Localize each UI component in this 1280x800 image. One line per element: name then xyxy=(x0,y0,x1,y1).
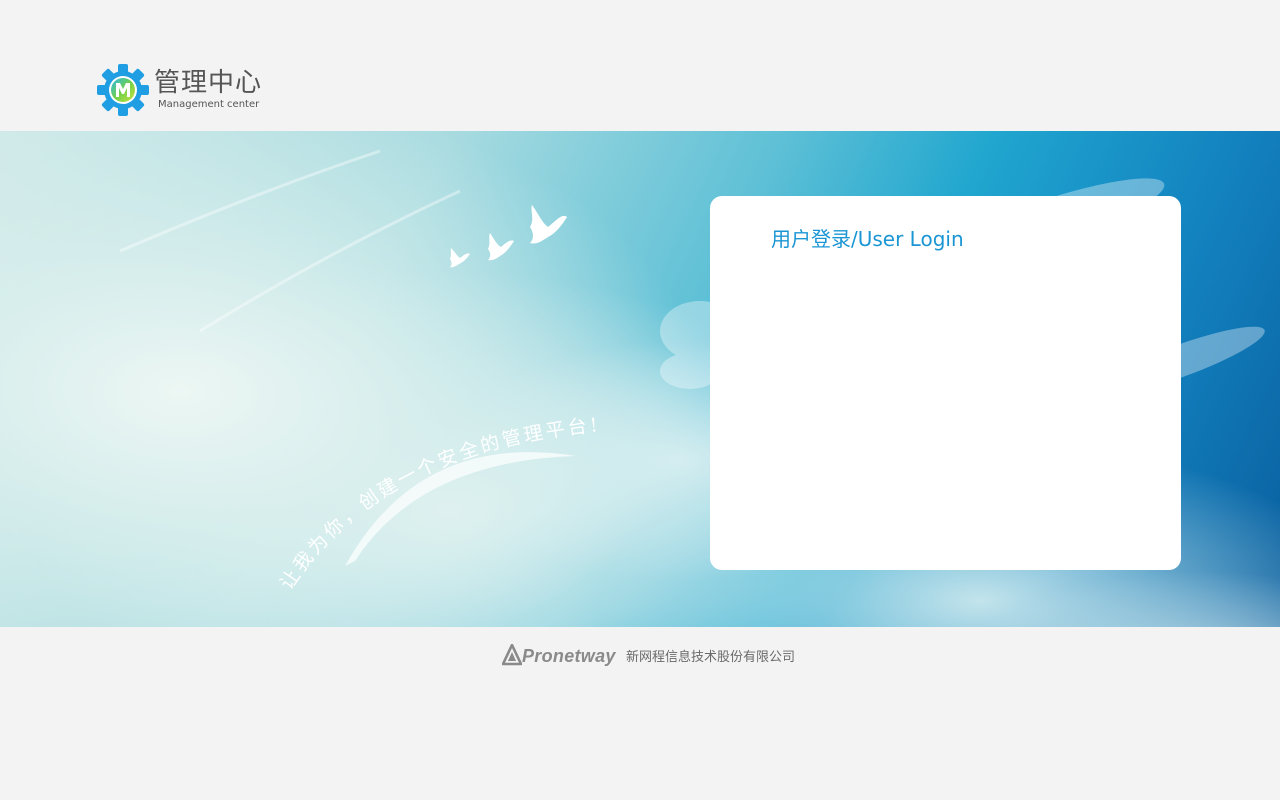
logo-title: 管理中心 xyxy=(154,68,263,98)
login-panel: 用户登录/User Login xyxy=(710,196,1181,570)
slogan-text-path: 让我为你，创建一个安全的管理平台!! xyxy=(270,401,599,594)
logo-subtitle: Management center xyxy=(158,99,260,110)
login-title: 用户登录/User Login xyxy=(771,227,964,251)
slogan-graphic: 让我为你，创建一个安全的管理平台!! xyxy=(270,401,602,594)
logo: 管理中心 Management center xyxy=(97,64,277,118)
header: 管理中心 Management center xyxy=(0,0,1280,131)
swoosh-icon xyxy=(345,452,576,566)
pronetway-logo-icon xyxy=(502,644,522,666)
brand-name: Pronetway xyxy=(522,646,616,666)
gear-m-icon xyxy=(97,64,149,116)
company-name: 新网程信息技术股份有限公司 xyxy=(626,650,796,665)
slogan-text: 让我为你，创建一个安全的管理平台!! xyxy=(270,401,602,594)
footer-brand: Pronetway 新网程信息技术股份有限公司 xyxy=(502,644,822,670)
